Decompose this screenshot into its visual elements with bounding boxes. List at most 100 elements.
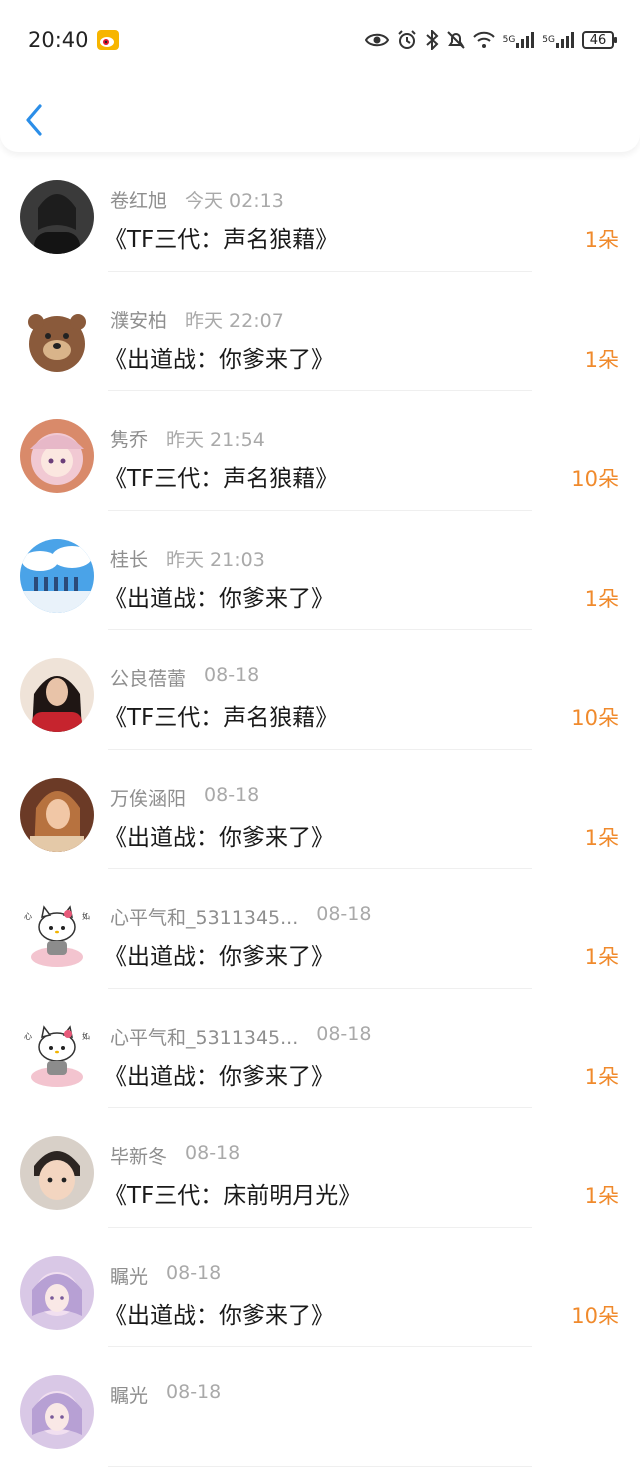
avatar-purple-girl: [20, 1255, 94, 1330]
avatar-photo-warm: [20, 777, 94, 852]
avatar[interactable]: [20, 1136, 94, 1210]
battery-icon: 46: [582, 31, 617, 49]
list-item[interactable]: 万俟涵阳 08-18 《出道战：你爹来了》 1朵: [0, 750, 640, 869]
flower-count: 1朵: [584, 228, 619, 252]
avatar[interactable]: [20, 180, 94, 254]
divider: [108, 1465, 532, 1467]
work-title[interactable]: 《出道战：你爹来了》: [104, 1296, 334, 1330]
list-item[interactable]: 隽乔 昨天 21:54 《TF三代：声名狼藉》 10朵: [0, 391, 640, 511]
battery-level: 46: [589, 32, 607, 48]
name-line: 卷红旭 今天 02:13: [110, 186, 284, 213]
list-item[interactable]: 卷红旭 今天 02:13 《TF三代：声名狼藉》 1朵: [0, 152, 640, 272]
list-item[interactable]: 桂长 昨天 21:03 《出道战：你爹来了》 1朵: [0, 511, 640, 630]
svg-text:心: 心: [24, 1032, 32, 1041]
flower-count: 1朵: [584, 347, 619, 372]
avatar[interactable]: [20, 419, 94, 493]
avatar[interactable]: [20, 777, 94, 852]
avatar-hello-kitty: 心如: [20, 1016, 94, 1091]
list-item[interactable]: 心如心平气和_5311345... 08-18 《出道战：你爹来了》 1朵: [0, 869, 640, 989]
wifi-icon: [472, 31, 495, 49]
avatar-photo-woman: [20, 180, 94, 254]
work-title[interactable]: 《TF三代：床前明月光》: [104, 1176, 361, 1210]
timestamp: 08-18: [166, 1261, 222, 1284]
name-line: 心平气和_5311345... 08-18: [110, 903, 371, 930]
gift-record-list: 卷红旭 今天 02:13 《TF三代：声名狼藉》 1朵 濮安柏 昨天 22:07 《出道战：…: [0, 152, 640, 1467]
name-line: 隽乔 昨天 21:54: [110, 425, 265, 452]
user-name[interactable]: 万俟涵阳: [110, 784, 186, 811]
user-name[interactable]: 隽乔: [110, 425, 148, 452]
svg-text:如: 如: [82, 911, 90, 921]
svg-text:心: 心: [24, 912, 32, 921]
name-line: 公良蓓蕾 08-18: [110, 664, 259, 691]
mute-bell-icon: [446, 30, 465, 50]
user-name[interactable]: 公良蓓蕾: [110, 664, 186, 691]
flower-count: 10朵: [571, 706, 619, 730]
list-item[interactable]: 公良蓓蕾 08-18 《TF三代：声名狼藉》 10朵: [0, 630, 640, 750]
avatar[interactable]: [20, 1255, 94, 1330]
alarm-icon: [397, 30, 417, 50]
name-line: 瞩光 08-18: [110, 1262, 221, 1289]
status-icons: 5G 5G 46: [364, 30, 617, 50]
list-item[interactable]: 濮安柏 昨天 22:07 《出道战：你爹来了》 1朵: [0, 272, 640, 391]
user-name[interactable]: 桂长: [110, 545, 148, 572]
signal-5g-icon: 5G: [503, 32, 535, 48]
user-name[interactable]: 瞩光: [110, 1381, 148, 1408]
timestamp: 08-18: [166, 1381, 222, 1403]
timestamp: 08-18: [204, 783, 260, 806]
work-title[interactable]: 《出道战：你爹来了》: [104, 579, 334, 613]
avatar-sky-group: [20, 538, 94, 613]
avatar[interactable]: [20, 538, 94, 613]
avatar-child: [20, 1136, 94, 1210]
work-title[interactable]: 《TF三代：声名狼藉》: [104, 459, 338, 493]
user-name[interactable]: 心平气和_5311345...: [110, 1023, 298, 1050]
top-navbar: [0, 80, 640, 152]
avatar-anime-girl: [20, 419, 94, 493]
avatar[interactable]: 心如: [20, 897, 94, 971]
avatar-bear: [20, 299, 94, 374]
name-line: 万俟涵阳 08-18: [110, 784, 259, 811]
work-title[interactable]: 《TF三代：声名狼藉》: [104, 220, 338, 254]
timestamp: 今天 02:13: [185, 190, 284, 212]
work-title[interactable]: 《出道战：你爹来了》: [104, 937, 334, 971]
flower-count: 10朵: [571, 1303, 619, 1328]
list-item[interactable]: 心如心平气和_5311345... 08-18 《出道战：你爹来了》 1朵: [0, 989, 640, 1108]
work-title[interactable]: 《TF三代：声名狼藉》: [104, 698, 338, 732]
name-line: 瞩光 08-18: [110, 1381, 221, 1408]
signal-5g-icon-2: 5G: [542, 32, 574, 48]
back-arrow-icon[interactable]: [22, 102, 50, 138]
user-name[interactable]: 毕新冬: [110, 1142, 167, 1169]
name-line: 毕新冬 08-18: [110, 1142, 240, 1169]
avatar-photo-red: [20, 658, 94, 732]
list-item[interactable]: 瞩光 08-18: [0, 1347, 640, 1467]
user-name[interactable]: 濮安柏: [110, 306, 167, 333]
flower-count: 1朵: [584, 586, 619, 611]
weibo-icon: [96, 30, 119, 50]
avatar[interactable]: 心如: [20, 1016, 94, 1091]
avatar[interactable]: [20, 299, 94, 374]
timestamp: 08-18: [204, 664, 260, 686]
user-name[interactable]: 瞩光: [110, 1262, 148, 1289]
work-title[interactable]: 《出道战：你爹来了》: [104, 818, 334, 852]
flower-count: 1朵: [584, 1184, 619, 1208]
status-time-group: 20:40: [28, 28, 119, 52]
user-name[interactable]: 卷红旭: [110, 186, 167, 213]
timestamp: 昨天 21:54: [166, 429, 265, 451]
eye-icon: [364, 32, 389, 48]
status-time: 20:40: [28, 28, 89, 52]
avatar-purple-girl: [20, 1375, 94, 1449]
flower-count: 1朵: [584, 945, 619, 969]
user-name[interactable]: 心平气和_5311345...: [110, 903, 298, 930]
list-item[interactable]: 瞩光 08-18 《出道战：你爹来了》 10朵: [0, 1228, 640, 1347]
name-line: 濮安柏 昨天 22:07: [110, 306, 284, 333]
timestamp: 08-18: [316, 903, 372, 925]
work-title[interactable]: 《出道战：你爹来了》: [104, 340, 334, 374]
timestamp: 08-18: [185, 1142, 241, 1164]
name-line: 心平气和_5311345... 08-18: [110, 1023, 371, 1050]
status-bar: 20:40 5G 5G 46: [0, 0, 640, 80]
list-item[interactable]: 毕新冬 08-18 《TF三代：床前明月光》 1朵: [0, 1108, 640, 1228]
timestamp: 昨天 21:03: [166, 548, 265, 571]
avatar[interactable]: [20, 1375, 94, 1449]
timestamp: 08-18: [316, 1022, 372, 1045]
avatar[interactable]: [20, 658, 94, 732]
work-title[interactable]: 《出道战：你爹来了》: [104, 1057, 334, 1091]
